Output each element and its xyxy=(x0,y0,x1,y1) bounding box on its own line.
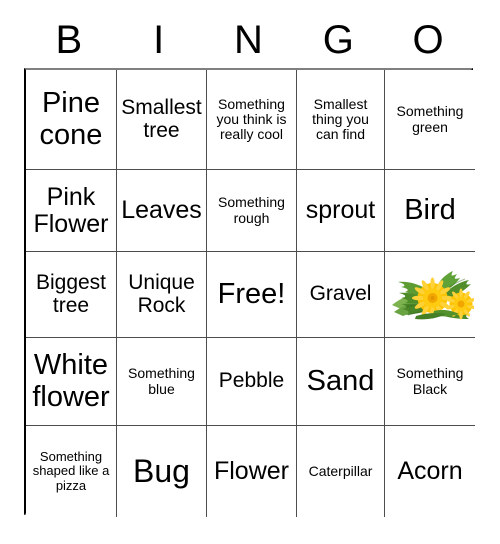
bingo-cell-label: Leaves xyxy=(121,196,202,224)
bingo-card: B I N G O Pine cone Smallest tree Someth… xyxy=(0,0,500,544)
bingo-cell-label: Something green xyxy=(396,103,464,135)
bingo-cell-r1c1[interactable]: Pine cone xyxy=(26,70,117,170)
bingo-cell-label: Pebble xyxy=(218,369,285,393)
bingo-cell-label: Acorn xyxy=(397,457,463,485)
bingo-grid: Pine cone Smallest tree Something you th… xyxy=(24,68,475,517)
dandelion-icon xyxy=(386,258,474,331)
bingo-cell-r2c4[interactable]: sprout xyxy=(297,170,385,252)
bingo-cell-r4c4[interactable]: Sand xyxy=(297,338,385,426)
bingo-cell-r1c3[interactable]: Something you think is really cool xyxy=(207,70,297,170)
bingo-cell-r4c5[interactable]: Something Black xyxy=(385,338,475,426)
bingo-cell-r1c4[interactable]: Smallest thing you can find xyxy=(297,70,385,170)
bingo-cell-r5c3[interactable]: Flower xyxy=(207,426,297,517)
header-letter-o: O xyxy=(412,18,444,62)
bingo-cell-label: Something Black xyxy=(396,365,464,397)
dandelion-photo xyxy=(385,252,475,337)
bingo-cell-label: Flower xyxy=(213,457,289,485)
bingo-cell-r2c2[interactable]: Leaves xyxy=(117,170,207,252)
bingo-cell-r1c2[interactable]: Smallest tree xyxy=(117,70,207,170)
bingo-cell-r3c4[interactable]: Gravel xyxy=(297,252,385,338)
bingo-cell-label: Caterpillar xyxy=(308,462,373,479)
bingo-cell-r5c5[interactable]: Acorn xyxy=(385,426,475,517)
bingo-cell-label: Sand xyxy=(306,364,375,397)
bingo-cell-label: Something blue xyxy=(128,365,195,397)
bingo-cell-label: Something you think is really cool xyxy=(216,95,287,143)
bingo-cell-r4c3[interactable]: Pebble xyxy=(207,338,297,426)
bingo-cell-r5c2[interactable]: Bug xyxy=(117,426,207,517)
bingo-cell-r3c1[interactable]: Biggest tree xyxy=(26,252,117,338)
bingo-cell-label: Bug xyxy=(133,453,190,490)
bingo-cell-r2c5[interactable]: Bird xyxy=(385,170,475,252)
bingo-cell-r2c1[interactable]: Pink Flower xyxy=(26,170,117,252)
bingo-cell-label: Pine cone xyxy=(39,87,103,151)
header-letter-n: N xyxy=(234,18,263,62)
bingo-cell-r3c5[interactable] xyxy=(385,252,475,338)
bingo-cell-label: White flower xyxy=(32,349,110,413)
bingo-header: B I N G O xyxy=(24,14,473,66)
bingo-cell-r4c1[interactable]: White flower xyxy=(26,338,117,426)
bingo-cell-label: Pink Flower xyxy=(33,182,109,238)
bingo-cell-label: Bird xyxy=(404,193,456,226)
bingo-cell-label: Biggest tree xyxy=(35,270,107,317)
free-space-label: Free! xyxy=(217,277,286,310)
bingo-cell-label: Unique Rock xyxy=(128,270,195,317)
bingo-cell-r2c3[interactable]: Something rough xyxy=(207,170,297,252)
bingo-cell-r3c2[interactable]: Unique Rock xyxy=(117,252,207,338)
bingo-cell-label: Smallest thing you can find xyxy=(312,95,369,143)
bingo-cell-r5c4[interactable]: Caterpillar xyxy=(297,426,385,517)
bingo-cell-label: Something rough xyxy=(218,194,285,226)
bingo-cell-free-space[interactable]: Free! xyxy=(207,252,297,338)
header-letter-i: I xyxy=(153,18,165,62)
bingo-cell-r1c5[interactable]: Something green xyxy=(385,70,475,170)
bingo-cell-label: Smallest tree xyxy=(121,95,202,142)
header-letter-g: G xyxy=(322,18,354,62)
bingo-cell-label: Something shaped like a pizza xyxy=(32,449,110,493)
bingo-cell-label: Gravel xyxy=(309,282,372,306)
bingo-cell-r5c1[interactable]: Something shaped like a pizza xyxy=(26,426,117,517)
bingo-cell-r4c2[interactable]: Something blue xyxy=(117,338,207,426)
bingo-cell-label: sprout xyxy=(305,196,376,224)
header-letter-b: B xyxy=(55,18,83,62)
